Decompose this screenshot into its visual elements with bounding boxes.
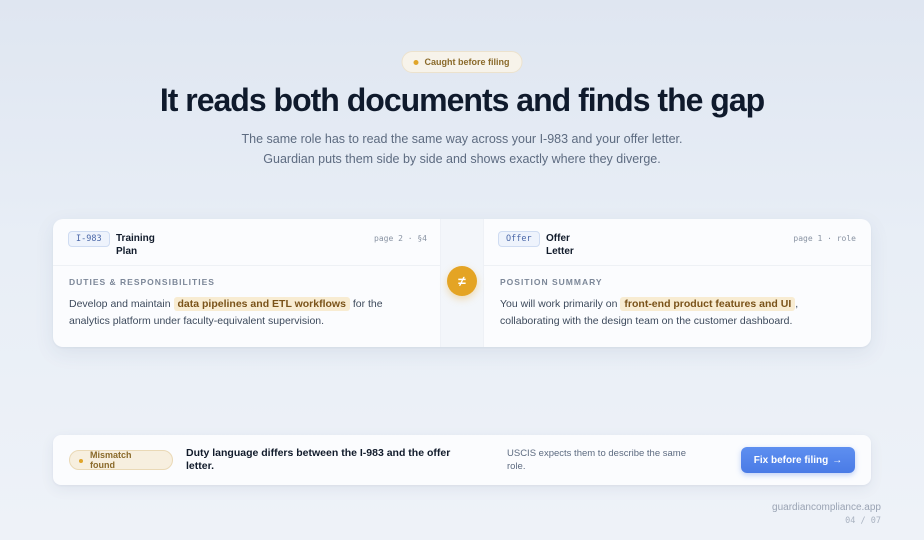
mismatch-title-line-1: Duty language differs between the I-983 …	[186, 447, 451, 459]
offer-text-before: You will work primarily on	[500, 298, 618, 310]
caught-badge-label: Caught before filing	[424, 57, 510, 67]
i983-text-before: Develop and maintain	[69, 298, 171, 310]
offer-title: Offer Letter	[546, 232, 574, 258]
mismatch-note: USCIS expects them to describe the same …	[507, 448, 727, 473]
offer-page-ref: page 1 · role	[793, 234, 856, 243]
fix-before-filing-button[interactable]: Fix before filing →	[741, 447, 855, 473]
i983-page-ref: page 2 · §4	[374, 234, 427, 243]
offer-text-after: ,	[795, 298, 799, 310]
offer-excerpt: You will work primarily on front-end pro…	[500, 296, 798, 330]
i983-title-line-2: Plan	[116, 246, 138, 257]
offer-tag: Offer	[498, 231, 540, 247]
i983-excerpt: Develop and maintain data pipelines and …	[69, 296, 383, 330]
caught-badge: Caught before filing	[401, 51, 523, 73]
mismatch-badge-line-1: Mismatch	[90, 450, 132, 460]
i983-text-after: for the	[352, 298, 383, 310]
mismatch-note-line-2: role.	[507, 460, 526, 472]
i983-divider	[53, 265, 440, 266]
footer-site[interactable]: guardiancompliance.app	[772, 502, 881, 513]
mismatch-title: Duty language differs between the I-983 …	[186, 447, 486, 473]
compare-divider: ≠	[440, 219, 484, 347]
i983-title-line-1: Training	[116, 233, 155, 244]
offer-panel: Offer Offer Letter page 1 · role POSITIO…	[484, 219, 871, 347]
subtitle-line-1: The same role has to read the same way a…	[241, 132, 683, 146]
status-dot-icon	[413, 59, 419, 65]
i983-title: Training Plan	[116, 232, 155, 258]
mismatch-dot-icon	[79, 458, 83, 463]
footer-pager: 04 / 07	[845, 516, 881, 526]
mismatch-badge: Mismatch found	[69, 450, 173, 470]
mismatch-note-line-1: USCIS expects them to describe the same	[507, 448, 686, 459]
page-headline: It reads both documents and finds the ga…	[159, 82, 765, 118]
offer-divider	[484, 265, 871, 266]
page-subtitle: The same role has to read the same way a…	[0, 129, 924, 169]
offer-title-line-2: Letter	[546, 246, 574, 257]
i983-panel: I-983 Training Plan page 2 · §4 DUTIES &…	[53, 219, 440, 347]
i983-tag: I-983	[68, 231, 110, 247]
mismatch-title-line-2: letter.	[186, 460, 215, 472]
mismatch-alert-bar: Mismatch found Duty language differs bet…	[53, 435, 871, 485]
offer-title-line-1: Offer	[546, 233, 570, 244]
comparison-card: I-983 Training Plan page 2 · §4 DUTIES &…	[53, 219, 871, 347]
mismatch-badge-line-2: found	[90, 460, 115, 470]
offer-section-label: POSITION SUMMARY	[500, 277, 603, 287]
offer-text-line-2: collaborating with the design team on th…	[500, 315, 793, 327]
offer-highlight[interactable]: front-end product features and UI	[620, 297, 796, 311]
arrow-right-icon: →	[832, 454, 843, 466]
i983-highlight[interactable]: data pipelines and ETL workflows	[173, 297, 350, 311]
i983-section-label: DUTIES & RESPONSIBILITIES	[69, 277, 215, 287]
not-equal-icon: ≠	[447, 266, 477, 296]
subtitle-line-2: Guardian puts them side by side and show…	[263, 152, 661, 166]
i983-text-line-2: analytics platform under faculty-equival…	[69, 315, 325, 327]
fix-button-label: Fix before filing	[753, 454, 829, 466]
